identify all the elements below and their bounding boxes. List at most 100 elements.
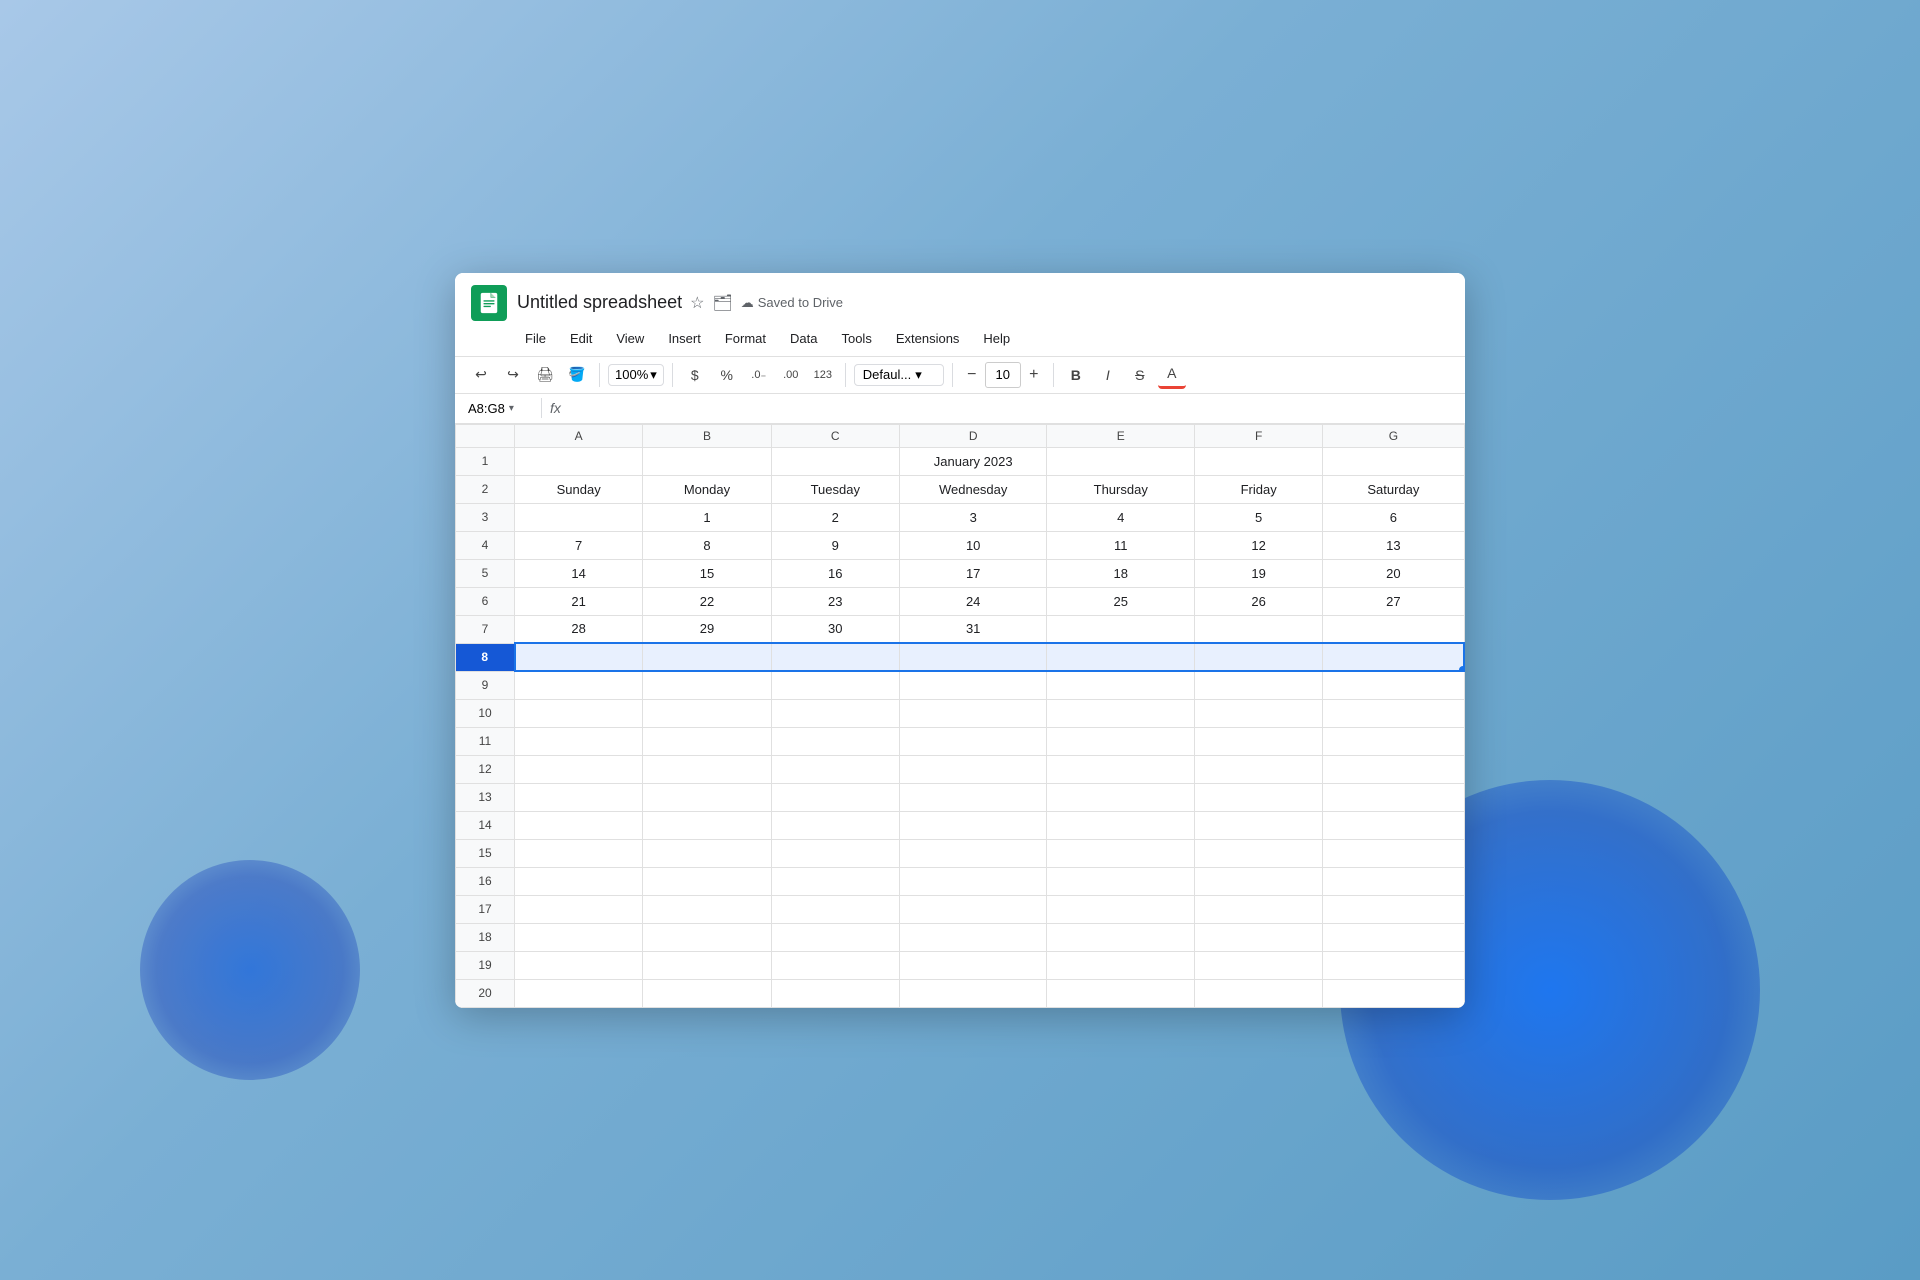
cell-a15[interactable] (515, 839, 643, 867)
row-num-6[interactable]: 6 (456, 587, 515, 615)
row-num-17[interactable]: 17 (456, 895, 515, 923)
row-num-14[interactable]: 14 (456, 811, 515, 839)
cell-d4[interactable]: 10 (899, 531, 1047, 559)
menu-format[interactable]: Format (715, 327, 776, 350)
cell-g10[interactable] (1323, 699, 1464, 727)
cell-c11[interactable] (771, 727, 899, 755)
cell-b12[interactable] (643, 755, 771, 783)
cell-f15[interactable] (1195, 839, 1323, 867)
cell-f8[interactable] (1195, 643, 1323, 671)
cell-g9[interactable] (1323, 671, 1464, 699)
cell-a20[interactable] (515, 979, 643, 1007)
cell-b8[interactable] (643, 643, 771, 671)
cell-b20[interactable] (643, 979, 771, 1007)
cell-a5[interactable]: 14 (515, 559, 643, 587)
cell-g1[interactable] (1323, 447, 1464, 475)
row-num-11[interactable]: 11 (456, 727, 515, 755)
cell-f16[interactable] (1195, 867, 1323, 895)
cell-g20[interactable] (1323, 979, 1464, 1007)
cell-reference[interactable]: A8:G8 ▾ (463, 398, 533, 419)
cell-d19[interactable] (899, 951, 1047, 979)
cell-b15[interactable] (643, 839, 771, 867)
cell-a6[interactable]: 21 (515, 587, 643, 615)
cell-f17[interactable] (1195, 895, 1323, 923)
cell-g18[interactable] (1323, 923, 1464, 951)
font-size-increase[interactable]: + (1023, 364, 1045, 386)
cell-a1[interactable] (515, 447, 643, 475)
row-num-16[interactable]: 16 (456, 867, 515, 895)
menu-edit[interactable]: Edit (560, 327, 602, 350)
cell-e9[interactable] (1047, 671, 1195, 699)
document-title[interactable]: Untitled spreadsheet (517, 292, 682, 313)
number-format-button[interactable]: 123 (809, 361, 837, 389)
cell-f6[interactable]: 26 (1195, 587, 1323, 615)
font-size-input[interactable]: 10 (985, 362, 1021, 388)
col-header-b[interactable]: B (643, 424, 771, 447)
row-num-5[interactable]: 5 (456, 559, 515, 587)
cell-g19[interactable] (1323, 951, 1464, 979)
cell-b17[interactable] (643, 895, 771, 923)
cell-e15[interactable] (1047, 839, 1195, 867)
cell-g5[interactable]: 20 (1323, 559, 1464, 587)
row-num-20[interactable]: 20 (456, 979, 515, 1007)
formula-input[interactable] (569, 401, 1457, 416)
cell-a18[interactable] (515, 923, 643, 951)
cell-f14[interactable] (1195, 811, 1323, 839)
cell-f11[interactable] (1195, 727, 1323, 755)
cell-d13[interactable] (899, 783, 1047, 811)
cell-d9[interactable] (899, 671, 1047, 699)
cell-b14[interactable] (643, 811, 771, 839)
cell-f5[interactable]: 19 (1195, 559, 1323, 587)
cell-f3[interactable]: 5 (1195, 503, 1323, 531)
cell-b13[interactable] (643, 783, 771, 811)
cell-e10[interactable] (1047, 699, 1195, 727)
col-header-a[interactable]: A (515, 424, 643, 447)
cell-c12[interactable] (771, 755, 899, 783)
cell-c9[interactable] (771, 671, 899, 699)
menu-file[interactable]: File (515, 327, 556, 350)
cell-e14[interactable] (1047, 811, 1195, 839)
cell-e19[interactable] (1047, 951, 1195, 979)
cell-g2[interactable]: Saturday (1323, 475, 1464, 503)
cell-f2[interactable]: Friday (1195, 475, 1323, 503)
cell-b19[interactable] (643, 951, 771, 979)
cell-c16[interactable] (771, 867, 899, 895)
font-size-decrease[interactable]: − (961, 364, 983, 386)
cell-d6[interactable]: 24 (899, 587, 1047, 615)
cell-b18[interactable] (643, 923, 771, 951)
redo-button[interactable]: ↪ (499, 361, 527, 389)
row-num-1[interactable]: 1 (456, 447, 515, 475)
col-header-f[interactable]: F (1195, 424, 1323, 447)
cell-e12[interactable] (1047, 755, 1195, 783)
star-icon[interactable]: ☆ (690, 293, 704, 313)
selection-handle[interactable] (1459, 666, 1464, 671)
cell-d1[interactable]: January 2023 (899, 447, 1047, 475)
bold-button[interactable]: B (1062, 361, 1090, 389)
cell-a2[interactable]: Sunday (515, 475, 643, 503)
cell-e11[interactable] (1047, 727, 1195, 755)
cell-e5[interactable]: 18 (1047, 559, 1195, 587)
cell-a19[interactable] (515, 951, 643, 979)
row-num-8[interactable]: 8 (456, 643, 515, 671)
cell-e18[interactable] (1047, 923, 1195, 951)
decimal-increase-button[interactable]: .00 (777, 361, 805, 389)
cell-c1[interactable] (771, 447, 899, 475)
cell-b6[interactable]: 22 (643, 587, 771, 615)
cell-g6[interactable]: 27 (1323, 587, 1464, 615)
cell-d20[interactable] (899, 979, 1047, 1007)
row-num-9[interactable]: 9 (456, 671, 515, 699)
row-num-10[interactable]: 10 (456, 699, 515, 727)
zoom-control[interactable]: 100% ▾ (608, 364, 664, 386)
cell-d15[interactable] (899, 839, 1047, 867)
cell-c17[interactable] (771, 895, 899, 923)
cell-g16[interactable] (1323, 867, 1464, 895)
cell-f9[interactable] (1195, 671, 1323, 699)
cell-f4[interactable]: 12 (1195, 531, 1323, 559)
menu-insert[interactable]: Insert (658, 327, 711, 350)
currency-button[interactable]: $ (681, 361, 709, 389)
cell-e8[interactable] (1047, 643, 1195, 671)
cell-c10[interactable] (771, 699, 899, 727)
row-num-13[interactable]: 13 (456, 783, 515, 811)
cell-b11[interactable] (643, 727, 771, 755)
menu-extensions[interactable]: Extensions (886, 327, 970, 350)
